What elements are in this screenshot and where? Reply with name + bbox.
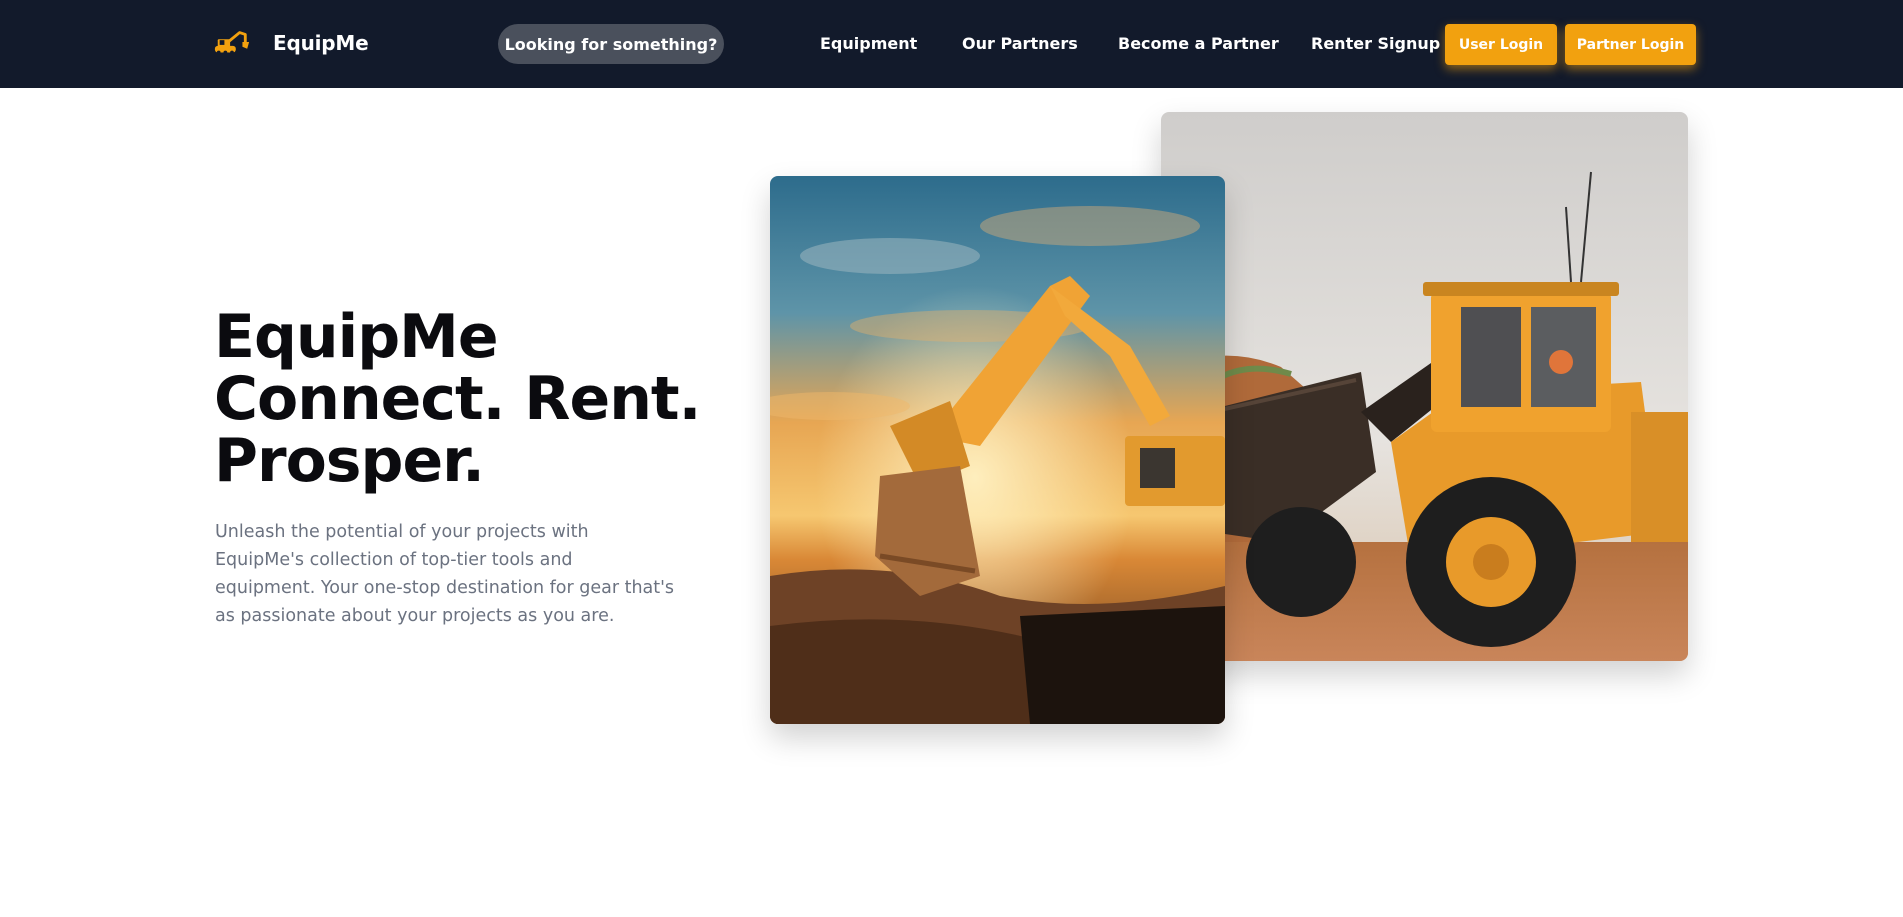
top-navbar: EquipMe Looking for something? Equipment… — [0, 0, 1903, 88]
brand[interactable]: EquipMe — [213, 28, 369, 58]
nav-equipment[interactable]: Equipment — [820, 34, 917, 53]
hero-title: EquipMe Connect. Rent. Prosper. — [214, 306, 734, 492]
excavator-icon — [214, 31, 250, 55]
hero-description: Unleash the potential of your projects w… — [215, 522, 675, 626]
nav-renter-signup[interactable]: Renter Signup — [1311, 34, 1440, 53]
hero-title-line-2: Connect. Rent. — [214, 364, 701, 434]
wheel-loader-image — [1161, 112, 1688, 661]
hero-title-line-3: Prosper. — [214, 426, 485, 496]
nav-become-partner[interactable]: Become a Partner — [1118, 34, 1279, 53]
search-button[interactable]: Looking for something? — [498, 24, 724, 64]
nav-our-partners[interactable]: Our Partners — [962, 34, 1078, 53]
hero-title-line-1: EquipMe — [214, 302, 499, 372]
user-login-button[interactable]: User Login — [1445, 24, 1557, 65]
brand-name: EquipMe — [273, 31, 369, 55]
partner-login-button[interactable]: Partner Login — [1565, 24, 1696, 65]
excavator-sunset-image — [770, 176, 1225, 724]
